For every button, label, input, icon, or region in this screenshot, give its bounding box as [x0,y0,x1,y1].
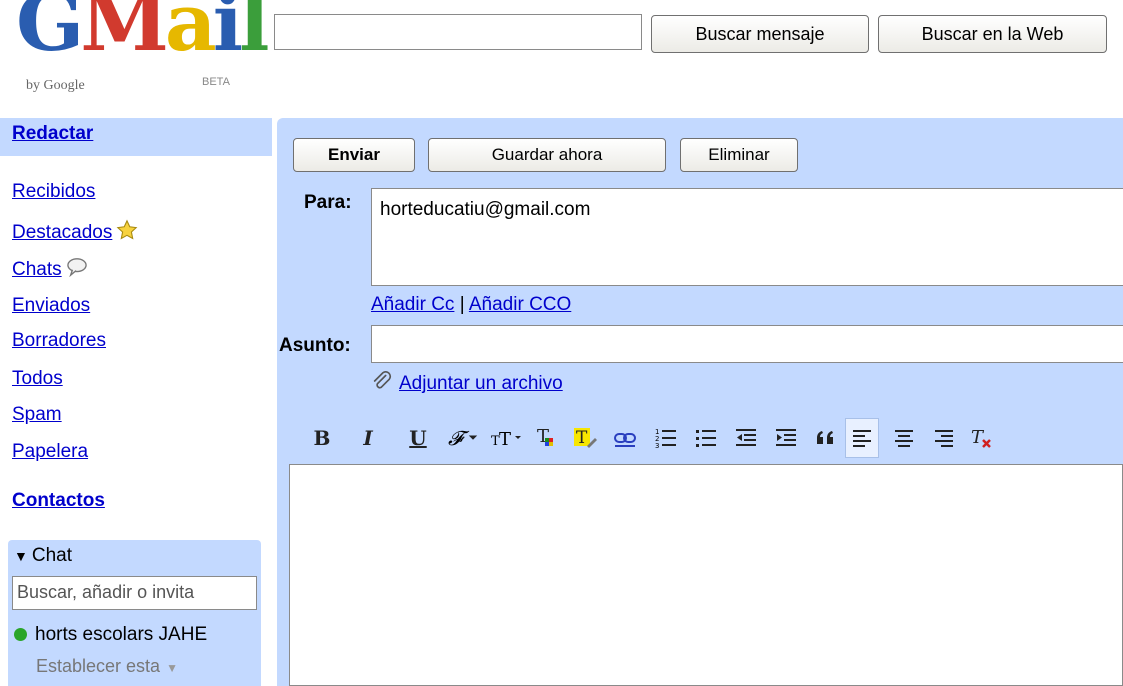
quote-icon[interactable] [809,418,843,458]
svg-text:T: T [971,427,985,448]
online-status-icon [14,628,27,642]
highlight-icon[interactable]: T [569,418,603,458]
nav-drafts[interactable]: Borradores [12,330,106,352]
attach-row: Adjuntar un archivo [371,370,563,398]
indent-less-icon[interactable] [729,418,763,458]
logo-byline: by Google [26,78,85,93]
chat-bubble-icon [66,257,88,283]
contacts-link[interactable]: Contactos [12,490,105,512]
svg-text:T: T [499,429,511,449]
nav-spam[interactable]: Spam [12,404,62,426]
logo-beta: BETA [202,76,230,88]
search-input[interactable] [274,14,642,50]
collapse-triangle-icon: ▼ [14,548,28,564]
chat-header[interactable]: ▼ Chat [14,545,72,567]
indent-more-icon[interactable] [769,418,803,458]
subject-field[interactable] [371,325,1123,363]
link-icon[interactable] [609,418,643,458]
nav-sent[interactable]: Enviados [12,295,90,317]
subject-label: Asunto: [279,335,351,356]
text-size-icon[interactable]: TT [487,418,527,458]
delete-button[interactable]: Eliminar [680,138,798,172]
bold-icon[interactable]: B [305,418,339,458]
chat-status-select[interactable]: Establecer esta ▼ [36,656,178,677]
svg-text:T: T [576,428,588,448]
font-icon[interactable]: 𝓕 [443,418,483,458]
dropdown-arrow-icon: ▼ [166,661,178,675]
formatting-toolbar: B I U 𝓕 TT T T 123 T [305,418,1123,458]
nav-all[interactable]: Todos [12,368,63,390]
save-now-button[interactable]: Guardar ahora [428,138,666,172]
compose-link[interactable]: Redactar [12,123,93,145]
align-center-icon[interactable] [887,418,921,458]
remove-formatting-icon[interactable]: T [965,418,999,458]
add-bcc-link[interactable]: Añadir CCO [469,294,571,315]
cc-separator: | [459,294,465,315]
chat-panel: ▼ Chat Buscar, añadir o invita horts esco… [8,540,261,686]
svg-text:3: 3 [655,442,659,450]
attach-file-link[interactable]: Adjuntar un archivo [399,373,563,394]
svg-text:𝓕: 𝓕 [448,427,470,449]
compose-nav: Redactar [0,118,272,156]
paperclip-icon [371,370,393,398]
italic-icon[interactable]: I [351,418,385,458]
nav-starred[interactable]: Destacados [12,222,112,243]
text-color-icon[interactable]: T [531,418,565,458]
add-cc-link[interactable]: Añadir Cc [371,294,454,315]
chat-contact-name: horts escolars JAHE [35,624,208,645]
numbered-list-icon[interactable]: 123 [649,418,683,458]
star-icon [116,219,138,247]
message-body-editor[interactable] [289,464,1123,686]
chat-status-text: Establecer esta [36,656,161,676]
search-mail-button[interactable]: Buscar mensaje [651,15,869,53]
send-button[interactable]: Enviar [293,138,415,172]
cc-links: Añadir Cc | Añadir CCO [371,294,571,316]
chat-search-input[interactable]: Buscar, añadir o invita [12,576,257,610]
nav-trash[interactable]: Papelera [12,441,88,463]
align-left-icon[interactable] [845,418,879,458]
chat-header-label: Chat [31,545,72,566]
nav-chats-row: Chats [12,257,88,283]
search-web-button[interactable]: Buscar en la Web [878,15,1107,53]
align-right-icon[interactable] [927,418,961,458]
nav-inbox[interactable]: Recibidos [12,181,95,203]
to-label: Para: [304,192,352,213]
chat-contact[interactable]: horts escolars JAHE [14,624,259,646]
nav-chats[interactable]: Chats [12,259,62,280]
gmail-logo[interactable]: GMail by Google BETA [12,0,270,100]
nav-starred-row: Destacados [12,219,138,247]
bulleted-list-icon[interactable] [689,418,723,458]
logo-wordmark: GMail [16,0,270,69]
to-field[interactable]: horteducatiu@gmail.com [371,188,1123,286]
underline-icon[interactable]: U [401,418,435,458]
